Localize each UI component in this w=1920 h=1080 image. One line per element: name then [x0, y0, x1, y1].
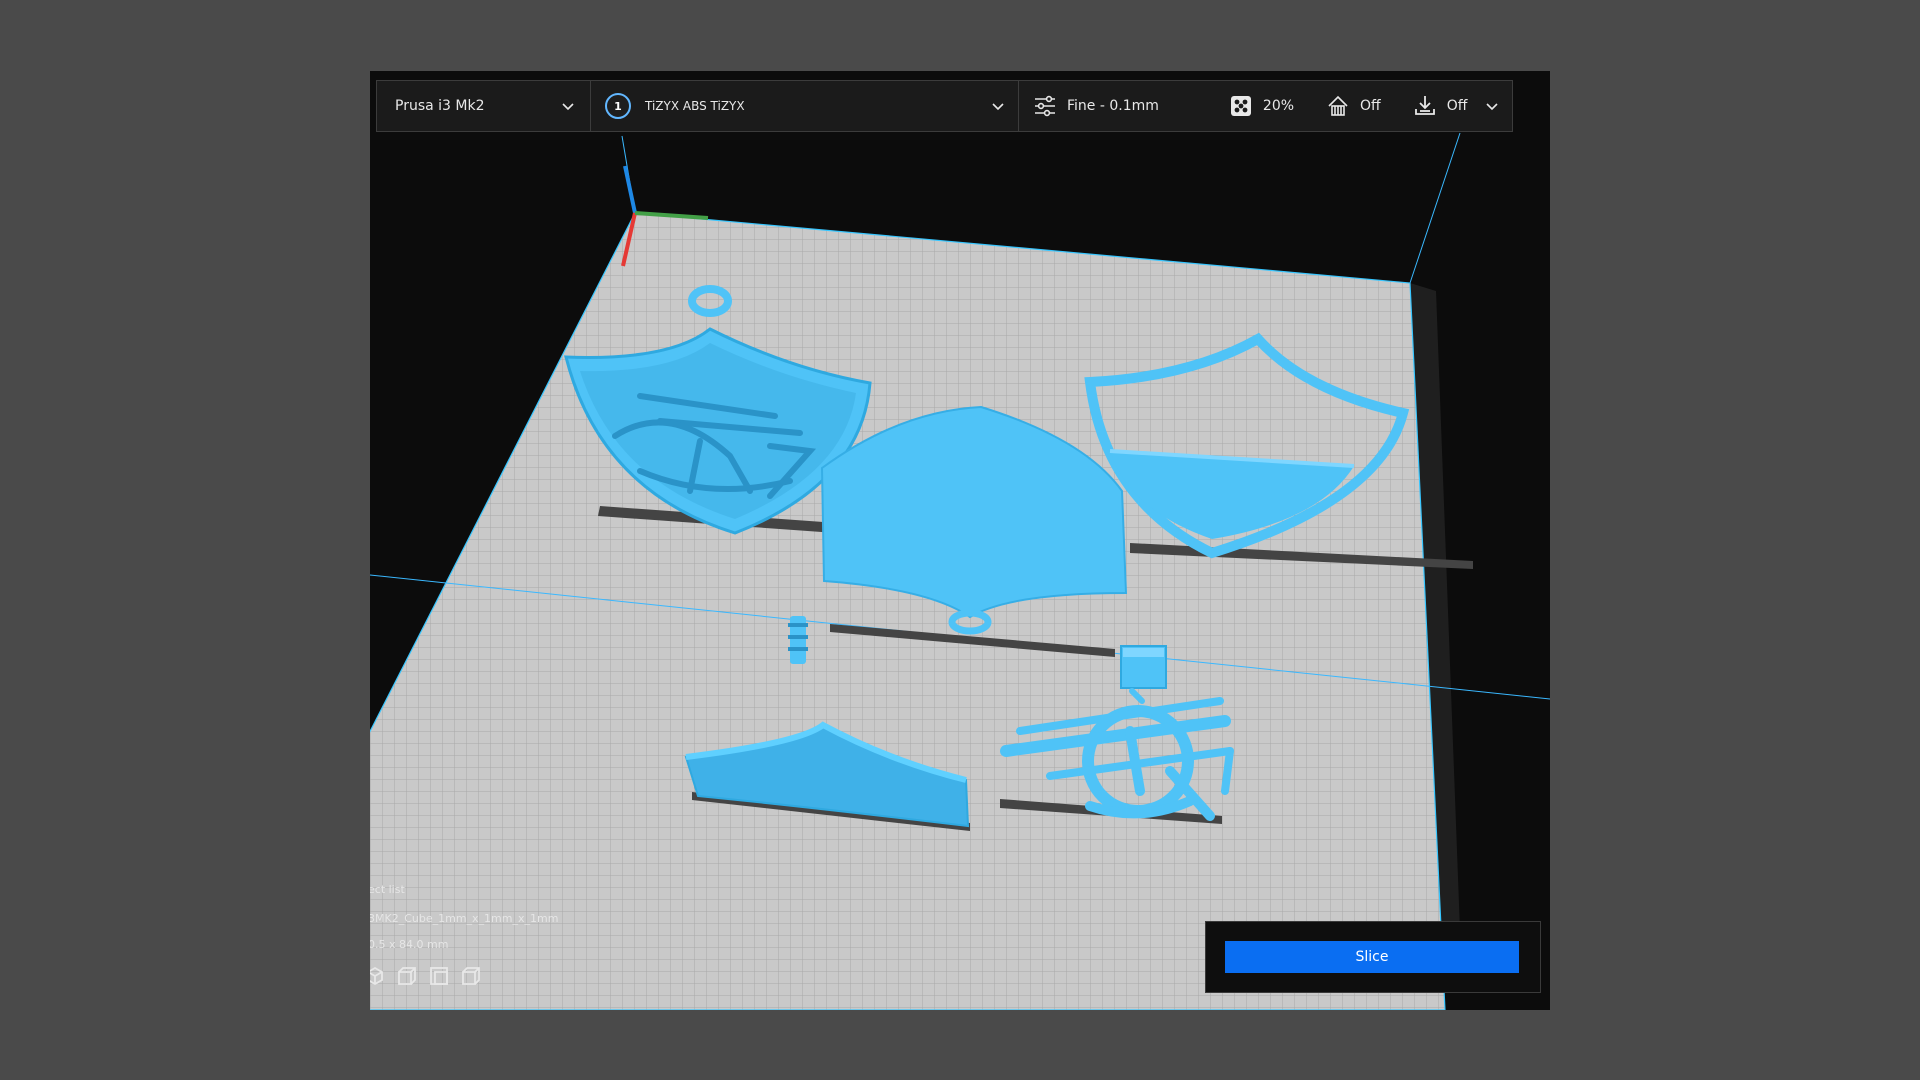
3d-viewport[interactable] [370, 71, 1550, 1010]
build-plate[interactable] [370, 212, 1446, 1010]
model-cube[interactable] [1120, 645, 1167, 689]
extruder-badge: 1 [605, 93, 631, 119]
build-volume-edge [1409, 132, 1461, 284]
selected-object-name: 3MK2_Cube_1mm_x_1mm_x_1mm [370, 912, 559, 925]
sliders-icon [1035, 95, 1055, 117]
view-top-icon[interactable] [428, 965, 450, 987]
support-value: Off [1360, 98, 1381, 114]
setting-infill: 20% [1229, 94, 1294, 118]
material-selector[interactable]: 1 TiZYX ABS TiZYX [591, 81, 1019, 131]
support-icon [1328, 95, 1348, 116]
print-settings-selector[interactable]: Fine - 0.1mm 20% Off Off [1019, 81, 1512, 131]
slice-button[interactable]: Slice [1225, 941, 1519, 973]
infill-icon [1230, 96, 1251, 116]
adhesion-value: Off [1446, 98, 1468, 114]
setting-profile: Fine - 0.1mm [1033, 94, 1159, 118]
slice-panel: Slice [1205, 921, 1541, 993]
adhesion-icon [1414, 96, 1435, 115]
camera-view-buttons [370, 965, 482, 987]
profile-label: Fine - 0.1mm [1067, 98, 1159, 114]
view-front-icon[interactable] [396, 965, 418, 987]
setting-adhesion: Off [1413, 94, 1468, 118]
object-dimensions: 0.5 x 84.0 mm [370, 938, 449, 951]
cura-window: Prusa i3 Mk2 1 TiZYX ABS TiZYX Fine - 0.… [370, 71, 1550, 1010]
top-toolbar: Prusa i3 Mk2 1 TiZYX ABS TiZYX Fine - 0.… [376, 80, 1513, 132]
model-small-pin[interactable] [788, 616, 808, 664]
material-name: TiZYX ABS TiZYX [645, 99, 745, 113]
object-list-toggle[interactable]: ect list [370, 883, 405, 896]
view-3d-icon[interactable] [370, 965, 386, 987]
setting-support: Off [1326, 94, 1381, 118]
axis-z [623, 165, 637, 214]
printer-selector[interactable]: Prusa i3 Mk2 [377, 81, 591, 131]
chevron-down-icon [992, 103, 1004, 111]
chevron-down-icon [1486, 103, 1498, 111]
printer-name: Prusa i3 Mk2 [395, 98, 485, 114]
view-side-icon[interactable] [460, 965, 482, 987]
infill-value: 20% [1262, 98, 1295, 114]
chevron-down-icon [562, 103, 574, 111]
